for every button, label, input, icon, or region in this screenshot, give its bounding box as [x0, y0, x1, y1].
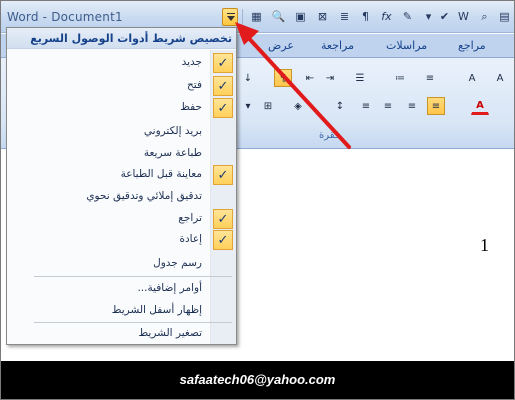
toolbar-separator	[242, 9, 243, 25]
menu-item-draw-table[interactable]: رسم جدول	[7, 253, 236, 275]
menu-item-label: بريد إلكتروني	[143, 125, 202, 137]
menu-item-spelling-grammar[interactable]: تدقيق إملائي وتدقيق نحوي	[7, 186, 236, 208]
tab-review[interactable]: مراجعة	[321, 39, 354, 52]
justify-button[interactable]: ≡	[357, 97, 375, 115]
find-icon[interactable]: ⌕	[477, 9, 492, 24]
chevron-down-icon	[227, 16, 235, 21]
align-right-button[interactable]: ≡	[379, 97, 397, 115]
tab-references[interactable]: مراجع	[458, 39, 486, 52]
menu-item-label: طباعة سريعة	[143, 147, 202, 159]
checkmark-icon: ✓	[213, 165, 233, 185]
menu-item-label: إعادة	[179, 233, 202, 245]
menu-item-label: فتح	[187, 79, 202, 91]
document-text: 1	[480, 235, 489, 255]
font-size-button[interactable]: A	[491, 69, 509, 87]
clear-format-button[interactable]: A	[463, 69, 481, 87]
checkmark-icon: ✓	[213, 209, 233, 229]
menu-item-show-below-ribbon[interactable]: إظهار أسفل الشريط	[7, 300, 236, 322]
menu-item-email[interactable]: بريد إلكتروني	[7, 121, 236, 143]
menu-item-redo[interactable]: ✓ إعادة	[7, 229, 236, 251]
word-window: Word - Document1 ▦ 🔍 ▣ ⊠ ≣ ¶ fx ✎ ▾ ✔ W …	[0, 0, 515, 400]
menu-item-more-commands[interactable]: أوامر إضافية...	[7, 278, 236, 300]
footer-email: safaatech06@yahoo.com	[179, 372, 336, 387]
customize-qat-dropdown-button[interactable]	[222, 8, 238, 26]
align-dropdown-button[interactable]: ▾	[239, 97, 257, 115]
footer-bar: safaatech06@yahoo.com	[1, 361, 514, 399]
menu-item-label: معاينة قبل الطباعة	[120, 168, 202, 180]
menu-item-save[interactable]: ✓ حفظ	[7, 97, 236, 119]
menu-item-print-preview[interactable]: ✓ معاينة قبل الطباعة	[7, 164, 236, 186]
window-title: Word - Document1	[7, 10, 123, 24]
word-icon[interactable]: W	[456, 9, 471, 24]
align-center-button[interactable]: ≡	[403, 97, 421, 115]
print-preview-icon[interactable]: 🔍	[271, 9, 286, 24]
menu-item-label: جديد	[181, 56, 202, 68]
menu-separator	[34, 276, 232, 277]
align-left-button[interactable]: ≡	[427, 97, 445, 115]
spell-check-icon[interactable]: ✔	[437, 9, 452, 24]
menu-item-quick-print[interactable]: طباعة سريعة	[7, 143, 236, 165]
ltr-paragraph-button[interactable]: ¶	[274, 69, 292, 87]
paragraph-group-label: فقرة	[319, 130, 340, 141]
menu-item-label: أوامر إضافية...	[137, 282, 202, 294]
line-spacing-button[interactable]: ↕	[331, 97, 349, 115]
close-box-icon[interactable]: ⊠	[315, 9, 330, 24]
menu-item-open[interactable]: ✓ فتح	[7, 75, 236, 97]
function-icon[interactable]: fx	[379, 9, 394, 24]
checkmark-icon: ✓	[213, 76, 233, 96]
menu-item-undo[interactable]: ✓ تراجع	[7, 208, 236, 230]
menu-item-new[interactable]: ✓ جديد	[7, 52, 236, 74]
menu-item-label: إظهار أسفل الشريط	[111, 304, 202, 316]
dropdown-bar-icon	[227, 13, 235, 14]
shading-button[interactable]: ◈	[289, 97, 307, 115]
dropdown-small-icon[interactable]: ▾	[421, 9, 436, 24]
menu-item-label: رسم جدول	[153, 257, 202, 269]
sort-button[interactable]: ↓	[239, 69, 257, 87]
checkmark-icon: ✓	[213, 53, 233, 73]
menu-header: تخصيص شريط أدوات الوصول السريع	[7, 28, 236, 49]
extra-icon[interactable]: ▤	[497, 9, 512, 24]
menu-item-minimize-ribbon[interactable]: تصغير الشريط	[7, 323, 236, 345]
multilevel-list-button[interactable]: ☰	[351, 69, 369, 87]
font-color-button[interactable]: A	[471, 97, 489, 115]
table-icon[interactable]: ▦	[249, 9, 264, 24]
checkmark-icon: ✓	[213, 230, 233, 250]
menu-item-label: تصغير الشريط	[138, 327, 202, 339]
tab-mailings[interactable]: مراسلات	[386, 39, 427, 52]
tab-view[interactable]: عرض	[268, 39, 294, 52]
customize-qat-menu: تخصيص شريط أدوات الوصول السريع ✓ جديد ✓ …	[6, 27, 237, 345]
borders-button[interactable]: ⊞	[259, 97, 277, 115]
indent-increase-button[interactable]: ⇥	[321, 69, 339, 87]
menu-item-label: حفظ	[180, 101, 202, 113]
image-icon[interactable]: ▣	[293, 9, 308, 24]
numbering-button[interactable]: ≔	[391, 69, 409, 87]
menu-item-label: تدقيق إملائي وتدقيق نحوي	[86, 190, 202, 202]
format-painter-icon[interactable]: ✎	[400, 9, 415, 24]
bullets-button[interactable]: ≡	[421, 69, 439, 87]
indent-decrease-button[interactable]: ⇤	[301, 69, 319, 87]
pilcrow-icon[interactable]: ¶	[358, 9, 373, 24]
checkmark-icon: ✓	[213, 98, 233, 118]
menu-item-label: تراجع	[178, 212, 202, 224]
list-icon[interactable]: ≣	[337, 9, 352, 24]
